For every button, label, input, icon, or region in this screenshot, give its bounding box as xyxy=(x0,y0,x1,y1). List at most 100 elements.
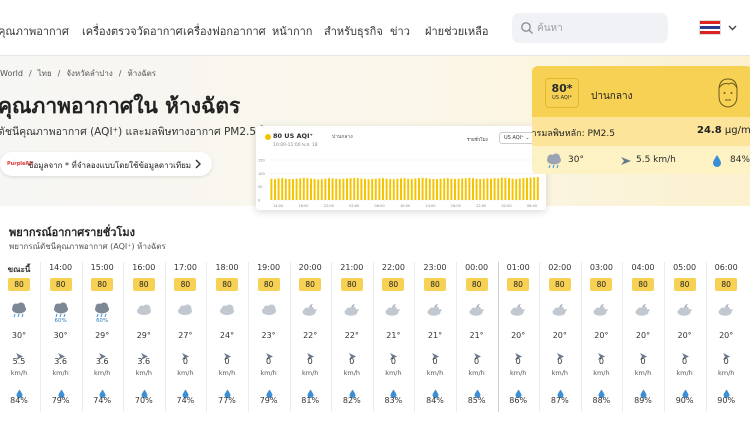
forecast-divider xyxy=(456,262,457,412)
nav-monitors[interactable]: เครื่องตรวจวัดอากาศ xyxy=(82,22,183,40)
mini-chart-bar xyxy=(313,178,316,200)
rain-icon xyxy=(547,153,561,169)
forecast-temp: 21° xyxy=(386,331,401,340)
mini-chart-bar xyxy=(436,179,438,200)
forecast-wind: 3.6 xyxy=(137,357,151,366)
cloud-moon-icon xyxy=(550,302,570,322)
mini-chart-bar xyxy=(472,178,474,200)
forecast-divider xyxy=(622,262,624,412)
nav-masks[interactable]: หน้ากาก xyxy=(272,22,312,40)
data-source-button[interactable]: PurpleAir ข้อมูลจาก * ที่จำลองแบบโดยใช้ข… xyxy=(0,152,212,176)
mini-chart-bar xyxy=(270,178,273,200)
forecast-wind-unit: km/h xyxy=(593,369,610,377)
forecast-wind-unit: km/h xyxy=(135,369,152,377)
mini-chart-bar xyxy=(371,178,374,200)
face-icon xyxy=(718,78,738,108)
mini-chart-bar xyxy=(497,178,500,200)
mini-chart-x-label: 06:00 xyxy=(527,204,537,208)
forecast-aqi-badge: 80 xyxy=(715,278,738,291)
forecast-wind: 5.5 xyxy=(12,357,26,366)
cloud-icon xyxy=(259,302,279,322)
breadcrumb-country[interactable]: ไทย xyxy=(38,69,52,78)
forecast-humidity: 84% xyxy=(10,396,28,405)
mini-chart-bar xyxy=(403,178,406,200)
forecast-wind-unit: km/h xyxy=(717,369,735,377)
wind-direction-icon xyxy=(621,157,631,165)
forecast-temp: 20° xyxy=(719,331,734,340)
mini-chart-bar xyxy=(461,178,464,200)
forecast-aqi-badge: 80 xyxy=(8,278,30,291)
forecast-time: 15:00 xyxy=(90,263,114,272)
forecast-humidity: 85% xyxy=(467,396,486,405)
mini-chart-bar xyxy=(526,177,528,200)
cloud-moon-icon xyxy=(383,302,403,322)
forecast-temp: 23° xyxy=(261,331,276,340)
mini-chart-select-label: รายชั่วโมง xyxy=(467,138,488,143)
nav-air-quality[interactable]: คุณภาพอากาศ xyxy=(0,22,69,40)
breadcrumb-province[interactable]: จังหวัดลำปาง xyxy=(66,69,112,78)
forecast-wind: 0 xyxy=(515,357,521,366)
nav-purifiers[interactable]: เครื่องฟอกอากาศ xyxy=(183,22,266,40)
nav-support[interactable]: ฝ่ายช่วยเหลือ xyxy=(425,22,489,40)
mini-chart-x-label: 06:00 xyxy=(375,204,385,208)
mini-chart-bar xyxy=(353,177,356,200)
nav-news[interactable]: ข่าว xyxy=(390,22,410,40)
thailand-flag-icon[interactable] xyxy=(699,20,721,35)
forecast-temp: 20° xyxy=(594,331,609,340)
forecast-precip: 60% xyxy=(96,318,109,324)
forecast-wind-unit: km/h xyxy=(260,369,277,377)
forecast-humidity: 74% xyxy=(176,396,195,405)
forecast-time: 06:00 xyxy=(714,263,738,272)
aqi-badge: 80* US AQI* xyxy=(545,78,579,108)
forecast-wind-unit: km/h xyxy=(509,369,527,377)
forecast-temp: 21° xyxy=(427,331,443,340)
mini-chart-bar xyxy=(320,179,323,200)
forecast-temp: 20° xyxy=(677,331,692,340)
forecast-aqi-badge: 80 xyxy=(216,278,238,291)
forecast-humidity: 70% xyxy=(134,396,153,405)
mini-chart-x-label: 22:00 xyxy=(324,204,334,208)
forecast-wind-unit: km/h xyxy=(10,369,28,377)
search-box[interactable]: ค้นหา xyxy=(512,13,668,43)
cloud-moon-icon xyxy=(591,302,611,322)
mini-chart-bar xyxy=(500,177,503,200)
mini-chart-bar xyxy=(338,178,341,200)
mini-chart-place: ปานกลาง xyxy=(332,134,353,140)
forecast-temp: 24° xyxy=(219,331,235,340)
mini-chart-bar xyxy=(533,177,536,200)
mini-chart-bar xyxy=(292,179,294,200)
mini-chart-bar xyxy=(342,178,345,200)
forecast-wind: 0 xyxy=(224,357,230,366)
cloud-moon-icon xyxy=(425,302,445,322)
mini-chart-bar xyxy=(421,177,424,200)
breadcrumb-world[interactable]: World xyxy=(0,69,23,78)
mini-chart-bar xyxy=(389,178,392,200)
forecast-wind-unit: km/h xyxy=(426,369,444,377)
forecast-divider xyxy=(580,262,582,412)
forecast-temp: 21° xyxy=(469,331,484,340)
chevron-down-icon[interactable] xyxy=(728,23,737,32)
mini-chart-bar xyxy=(299,178,302,200)
forecast-temp: 22° xyxy=(303,331,318,340)
mini-chart-bar xyxy=(382,178,384,200)
mini-chart-y-tick: 150 xyxy=(258,159,265,163)
mini-chart-bar xyxy=(454,178,456,200)
nav-business[interactable]: สำหรับธุรกิจ xyxy=(324,22,383,40)
mini-chart-y-tick: 50 xyxy=(258,185,262,189)
mini-chart-time: 10:00-11:00 พ.ย. 18 xyxy=(273,143,318,148)
mini-chart-bar xyxy=(274,179,276,200)
chevron-right-icon xyxy=(195,159,201,169)
forecast-humidity: 77% xyxy=(218,396,236,405)
forecast-humidity: 87% xyxy=(550,396,569,405)
forecast-wind-unit: km/h xyxy=(676,369,693,377)
mini-chart-bar xyxy=(479,178,482,200)
mini-chart-bar xyxy=(443,178,446,200)
mini-chart-bar xyxy=(356,178,359,200)
mini-chart-bar xyxy=(407,178,410,200)
forecast-wind-unit: km/h xyxy=(343,369,360,377)
cloud-moon-icon xyxy=(467,302,487,322)
breadcrumb-sep: / xyxy=(118,69,122,78)
forecast-divider xyxy=(372,262,374,412)
cloud-moon-icon xyxy=(508,302,528,322)
mini-chart-bar xyxy=(302,177,305,200)
